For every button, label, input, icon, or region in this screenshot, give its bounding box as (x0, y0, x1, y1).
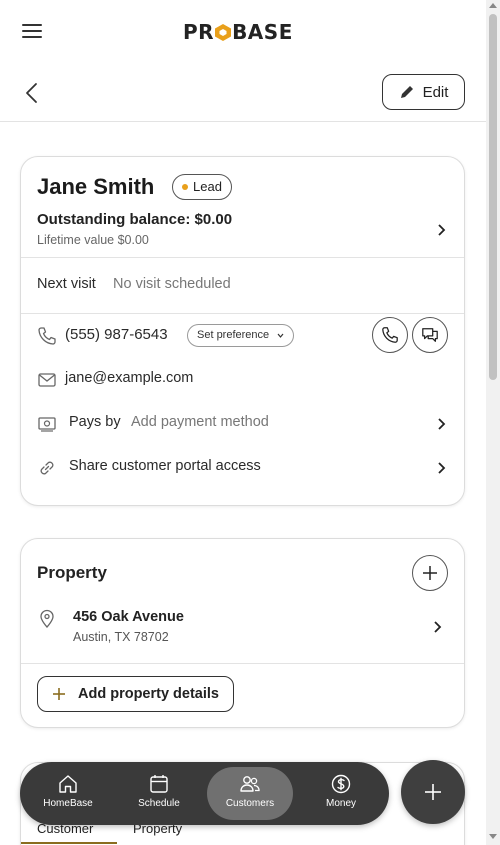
link-icon (40, 461, 54, 475)
status-dot-icon (182, 184, 188, 190)
active-tab-indicator (21, 842, 117, 844)
property-address-line1[interactable]: 456 Oak Avenue (73, 609, 184, 625)
set-preference-dropdown[interactable]: Set preference (187, 324, 295, 347)
edit-button[interactable]: Edit (382, 74, 465, 110)
pays-by-label: Pays by (69, 414, 121, 430)
scrollbar-thumb[interactable] (489, 14, 497, 380)
pencil-icon (400, 86, 413, 98)
bottom-navigation: HomeBase Schedule Customers Money (20, 762, 389, 825)
phone-icon (382, 327, 398, 343)
lifetime-value: Lifetime value $0.00 (37, 233, 149, 247)
back-arrow-icon[interactable] (22, 82, 42, 104)
nav-money[interactable]: Money (298, 762, 384, 825)
set-preference-label: Set preference (197, 329, 270, 341)
calendar-icon (150, 775, 168, 793)
divider (21, 663, 464, 664)
edit-label: Edit (422, 83, 449, 101)
call-button[interactable] (372, 317, 408, 353)
chevron-right-icon[interactable] (436, 418, 446, 430)
mail-icon (38, 373, 56, 387)
probase-logo: PR BASE (183, 20, 293, 44)
phone-number[interactable]: (555) 987-6543 (65, 326, 168, 343)
vertical-scrollbar[interactable] (486, 0, 500, 845)
nav-schedule[interactable]: Schedule (116, 762, 202, 825)
dollar-icon (331, 774, 351, 794)
share-portal-access[interactable]: Share customer portal access (69, 458, 261, 474)
divider (21, 257, 464, 258)
next-visit-value: No visit scheduled (113, 276, 231, 292)
add-payment-method-link[interactable]: Add payment method (131, 414, 269, 430)
location-pin-icon (40, 609, 54, 628)
property-address-line2: Austin, TX 78702 (73, 630, 169, 644)
menu-icon[interactable] (22, 24, 42, 40)
chat-icon (422, 328, 438, 342)
nav-schedule-label: Schedule (138, 798, 180, 809)
users-icon (240, 776, 260, 792)
customer-card: Jane Smith Lead Outstanding balance: $0.… (20, 156, 465, 506)
message-button[interactable] (412, 317, 448, 353)
scroll-down-arrow-icon[interactable] (489, 834, 497, 839)
plus-icon (53, 688, 65, 700)
phone-icon (38, 327, 56, 345)
page-toolbar: Edit (0, 62, 486, 122)
add-fab-button[interactable] (401, 760, 465, 824)
add-property-details-button[interactable]: Add property details (37, 676, 234, 712)
nav-homebase-label: HomeBase (43, 798, 93, 809)
nav-money-label: Money (325, 798, 356, 809)
status-badge-label: Lead (193, 179, 222, 194)
app-header: PR BASE (0, 0, 486, 62)
status-badge: Lead (172, 174, 232, 200)
cash-icon (38, 417, 56, 432)
chevron-down-icon (277, 333, 284, 338)
email-address[interactable]: jane@example.com (65, 370, 193, 386)
nav-homebase[interactable]: HomeBase (25, 762, 111, 825)
home-icon (59, 775, 77, 793)
nav-customers-label: Customers (225, 798, 275, 809)
property-title: Property (37, 563, 107, 582)
add-property-button[interactable] (412, 555, 448, 591)
plus-icon (425, 784, 441, 800)
plus-icon (423, 566, 437, 580)
property-card: Property 456 Oak Avenue Austin, TX 78702… (20, 538, 465, 728)
scroll-up-arrow-icon[interactable] (489, 3, 497, 8)
divider (21, 313, 464, 314)
chevron-right-icon[interactable] (436, 224, 446, 236)
outstanding-balance[interactable]: Outstanding balance: $0.00 (37, 211, 232, 228)
chevron-right-icon[interactable] (432, 621, 442, 633)
chevron-right-icon[interactable] (436, 462, 446, 474)
customer-name: Jane Smith (37, 174, 155, 199)
nav-customers[interactable]: Customers (207, 767, 293, 820)
next-visit-label: Next visit (37, 276, 96, 292)
add-property-details-label: Add property details (78, 686, 219, 702)
